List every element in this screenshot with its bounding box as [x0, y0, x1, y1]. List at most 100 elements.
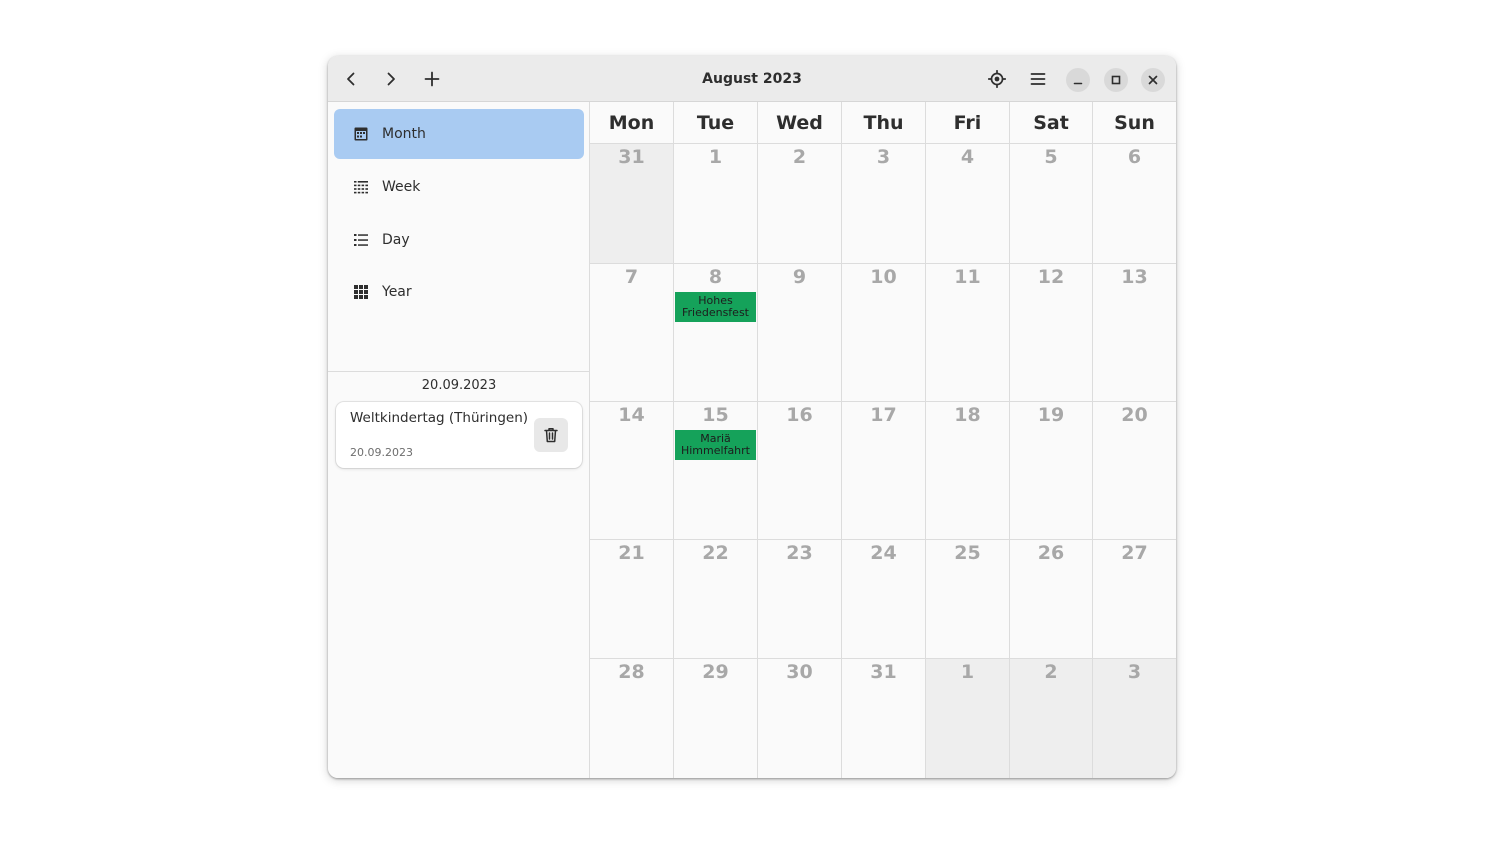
day-cell[interactable]: 29: [674, 659, 758, 778]
day-cell[interactable]: 9: [758, 264, 842, 402]
day-number: 7: [624, 266, 639, 288]
day-number: 27: [1121, 542, 1148, 564]
day-cell[interactable]: 14: [590, 402, 674, 540]
day-cell[interactable]: 22: [674, 540, 758, 659]
back-button[interactable]: [336, 64, 366, 94]
day-cell[interactable]: 12: [1010, 264, 1093, 402]
back-icon: [347, 72, 355, 86]
minimize-icon: [1073, 82, 1083, 85]
day-cell[interactable]: 27: [1093, 540, 1176, 659]
day-number: 21: [618, 542, 645, 564]
sidebar-item-week[interactable]: Week: [334, 162, 584, 212]
day-number: 26: [1037, 542, 1065, 564]
day-cell[interactable]: 13: [1093, 264, 1176, 402]
weekday-header: Fri: [926, 102, 1010, 144]
add-event-button[interactable]: [417, 64, 447, 94]
event-card[interactable]: Weltkindertag (Thüringen) 20.09.2023: [336, 402, 582, 468]
forward-button[interactable]: [376, 64, 406, 94]
day-number: 18: [954, 404, 981, 426]
day-cell[interactable]: 25: [926, 540, 1010, 659]
calendar-event[interactable]: Hohes Friedensfest: [675, 292, 756, 322]
day-number: 13: [1121, 266, 1148, 288]
calendar-event[interactable]: Mariä Himmelfahrt: [675, 430, 756, 460]
day-number: 4: [960, 146, 975, 168]
day-cell[interactable]: 20: [1093, 402, 1176, 540]
day-cell[interactable]: 19: [1010, 402, 1093, 540]
calendar-week-icon: [354, 181, 368, 194]
day-cell[interactable]: 1: [674, 144, 758, 264]
event-card-title: Weltkindertag (Thüringen): [350, 410, 529, 426]
day-cell[interactable]: 5: [1010, 144, 1093, 264]
day-number: 8: [708, 266, 723, 288]
sidebar-item-label: Month: [382, 126, 426, 142]
maximize-button[interactable]: [1104, 68, 1128, 92]
day-number: 25: [954, 542, 981, 564]
day-number: 1: [708, 146, 723, 168]
day-cell[interactable]: 24: [842, 540, 926, 659]
day-cell[interactable]: 2: [758, 144, 842, 264]
day-number: 9: [792, 266, 807, 288]
day-cell[interactable]: 28: [590, 659, 674, 778]
day-cell[interactable]: 7: [590, 264, 674, 402]
weekday-header: Mon: [590, 102, 674, 144]
day-cell[interactable]: 23: [758, 540, 842, 659]
day-cell[interactable]: 6: [1093, 144, 1176, 264]
trash-icon: [544, 428, 558, 443]
day-number: 1: [960, 661, 975, 683]
header-bar: August 2023: [328, 56, 1176, 102]
day-number: 23: [786, 542, 813, 564]
day-number: 16: [786, 404, 813, 426]
day-cell[interactable]: 10: [842, 264, 926, 402]
main-menu-button[interactable]: [1023, 64, 1053, 94]
day-cell[interactable]: 4: [926, 144, 1010, 264]
day-number: 29: [702, 661, 729, 683]
day-cell[interactable]: 31: [842, 659, 926, 778]
calendar-month-icon: [354, 127, 368, 141]
sidebar-item-month[interactable]: Month: [334, 109, 584, 159]
day-cell[interactable]: 1: [926, 659, 1010, 778]
day-cell[interactable]: 15 Mariä Himmelfahrt: [674, 402, 758, 540]
day-number: 2: [792, 146, 807, 168]
weekday-header: Sun: [1093, 102, 1176, 144]
day-cell[interactable]: 26: [1010, 540, 1093, 659]
sidebar-divider: [328, 371, 590, 372]
hamburger-menu-icon: [1030, 73, 1046, 85]
day-cell[interactable]: 21: [590, 540, 674, 659]
day-number: 2: [1044, 661, 1058, 683]
weekday-header: Tue: [674, 102, 758, 144]
day-number: 11: [954, 266, 981, 288]
selected-date-label: 20.09.2023: [421, 378, 497, 393]
day-number: 10: [870, 266, 897, 288]
close-button[interactable]: [1141, 68, 1165, 92]
day-cell[interactable]: 11: [926, 264, 1010, 402]
day-cell[interactable]: 31: [590, 144, 674, 264]
day-cell[interactable]: 18: [926, 402, 1010, 540]
day-number: 31: [618, 146, 645, 168]
calendar-day-icon: [354, 234, 368, 246]
forward-icon: [387, 72, 395, 86]
sidebar: Month Week Day Year 20.09.2023 Weltkinde…: [328, 102, 590, 778]
delete-event-button[interactable]: [534, 418, 568, 452]
maximize-icon: [1111, 75, 1121, 85]
day-number: 20: [1121, 404, 1148, 426]
weekday-header: Thu: [842, 102, 926, 144]
day-cell[interactable]: 8 Hohes Friedensfest: [674, 264, 758, 402]
day-cell[interactable]: 2: [1010, 659, 1093, 778]
day-number: 15: [702, 404, 729, 426]
day-number: 24: [870, 542, 897, 564]
month-grid: Mon Tue Wed Thu Fri Sat Sun 31 1 2 3 4 5 6 7 8 Hohes Fri…: [590, 102, 1176, 778]
day-cell[interactable]: 3: [1093, 659, 1176, 778]
locate-icon: [988, 70, 1006, 88]
sidebar-item-label: Day: [382, 232, 410, 248]
day-number: 6: [1127, 146, 1142, 168]
day-cell[interactable]: 30: [758, 659, 842, 778]
day-cell[interactable]: 16: [758, 402, 842, 540]
weekday-header: Sat: [1010, 102, 1093, 144]
minimize-button[interactable]: [1066, 68, 1090, 92]
sidebar-item-year[interactable]: Year: [334, 267, 584, 317]
day-cell[interactable]: 17: [842, 402, 926, 540]
day-cell[interactable]: 3: [842, 144, 926, 264]
today-button[interactable]: [982, 64, 1012, 94]
sidebar-item-day[interactable]: Day: [334, 215, 584, 265]
day-number: 3: [876, 146, 891, 168]
